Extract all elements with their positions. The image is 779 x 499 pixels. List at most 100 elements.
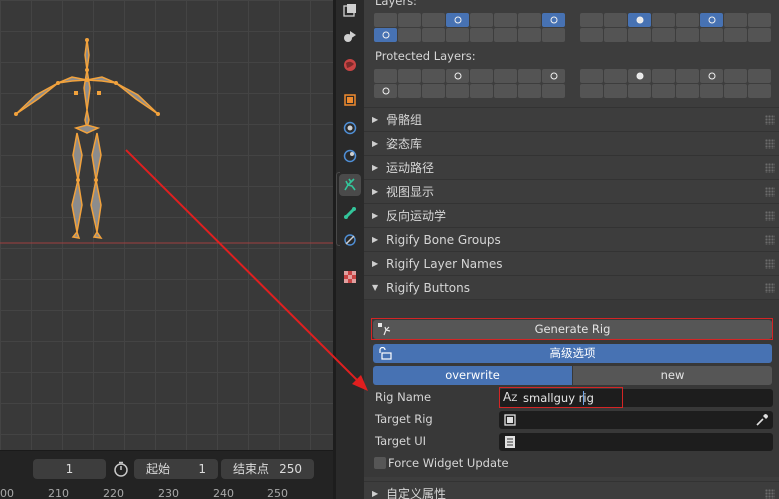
target-ui-field[interactable]	[499, 433, 773, 451]
layer-cell[interactable]	[724, 13, 747, 27]
end-frame-field[interactable]: 结束点 250	[221, 459, 314, 479]
armature[interactable]	[0, 0, 333, 450]
drag-handle-icon[interactable]	[765, 235, 775, 245]
layer-cell[interactable]	[628, 13, 651, 27]
layer-cell[interactable]	[422, 13, 445, 27]
layer-cell[interactable]	[652, 69, 675, 83]
layer-cell[interactable]	[676, 84, 699, 98]
layer-cell[interactable]	[374, 69, 397, 83]
tab-texture[interactable]	[339, 267, 361, 289]
panel-viewport-display[interactable]: ▶ 视图显示	[364, 179, 779, 203]
layer-cell[interactable]	[518, 84, 541, 98]
layer-cell[interactable]	[470, 28, 493, 42]
layer-cell[interactable]	[604, 28, 627, 42]
panel-motion-paths[interactable]: ▶ 运动路径	[364, 155, 779, 179]
layer-cell[interactable]	[494, 69, 517, 83]
tab-object[interactable]	[339, 90, 361, 112]
layer-cell[interactable]	[724, 28, 747, 42]
layer-cell[interactable]	[542, 84, 565, 98]
layer-cell[interactable]	[446, 84, 469, 98]
panel-custom-properties[interactable]: ▶ 自定义属性	[364, 481, 779, 499]
drag-handle-icon[interactable]	[765, 187, 775, 197]
target-rig-field[interactable]	[499, 411, 773, 429]
layer-cell[interactable]	[446, 13, 469, 27]
layer-cell[interactable]	[724, 69, 747, 83]
layer-cell[interactable]	[628, 69, 651, 83]
layer-cell[interactable]	[748, 13, 771, 27]
tab-view-layer[interactable]	[339, 26, 361, 48]
layer-cell[interactable]	[374, 84, 397, 98]
layer-cell[interactable]	[398, 84, 421, 98]
drag-handle-icon[interactable]	[765, 259, 775, 269]
layer-cell[interactable]	[446, 69, 469, 83]
layer-cell[interactable]	[580, 28, 603, 42]
layer-cell[interactable]	[700, 13, 723, 27]
tab-armature-data[interactable]	[339, 174, 361, 196]
layer-cell[interactable]	[446, 28, 469, 42]
tab-world[interactable]	[339, 55, 361, 77]
layer-cell[interactable]	[604, 69, 627, 83]
eyedropper-icon[interactable]	[755, 413, 769, 430]
layer-cell[interactable]	[494, 28, 517, 42]
tab-physics[interactable]	[339, 146, 361, 168]
tab-bone-constraints[interactable]	[339, 230, 361, 252]
protected-grid-right[interactable]	[580, 69, 771, 98]
layer-cell[interactable]	[580, 69, 603, 83]
frame-ruler[interactable]: 00 210 220 230 240 250	[0, 487, 333, 499]
force-widget-checkbox[interactable]	[374, 457, 386, 469]
layer-cell[interactable]	[604, 13, 627, 27]
layer-cell[interactable]	[494, 13, 517, 27]
layer-cell[interactable]	[494, 84, 517, 98]
layer-cell[interactable]	[604, 84, 627, 98]
drag-handle-icon[interactable]	[765, 489, 775, 499]
layer-cell[interactable]	[422, 69, 445, 83]
layer-cell[interactable]	[676, 69, 699, 83]
layer-cell[interactable]	[422, 28, 445, 42]
tab-modifiers[interactable]	[339, 118, 361, 140]
layer-cell[interactable]	[676, 13, 699, 27]
layers-grid-right[interactable]	[580, 13, 771, 42]
layer-cell[interactable]	[700, 69, 723, 83]
layer-cell[interactable]	[748, 69, 771, 83]
layer-cell[interactable]	[518, 13, 541, 27]
layer-cell[interactable]	[470, 84, 493, 98]
layer-cell[interactable]	[652, 13, 675, 27]
layer-cell[interactable]	[580, 84, 603, 98]
protected-grid-left[interactable]	[374, 69, 565, 98]
layer-cell[interactable]	[542, 28, 565, 42]
current-frame-field[interactable]: 1	[33, 459, 106, 479]
layer-cell[interactable]	[374, 28, 397, 42]
drag-handle-icon[interactable]	[765, 139, 775, 149]
start-frame-field[interactable]: 起始 1	[134, 459, 218, 479]
panel-rigify-bone-groups[interactable]: ▶ Rigify Bone Groups	[364, 227, 779, 251]
3d-viewport[interactable]	[0, 0, 333, 450]
layer-cell[interactable]	[374, 13, 397, 27]
panel-rigify-buttons[interactable]: ▼ Rigify Buttons	[364, 275, 779, 299]
panel-rigify-layer-names[interactable]: ▶ Rigify Layer Names	[364, 251, 779, 275]
panel-pose-library[interactable]: ▶ 姿态库	[364, 131, 779, 155]
layer-cell[interactable]	[398, 69, 421, 83]
layer-cell[interactable]	[518, 28, 541, 42]
layer-cell[interactable]	[470, 13, 493, 27]
advanced-options-toggle[interactable]: 高级选项	[373, 344, 772, 363]
layer-cell[interactable]	[470, 69, 493, 83]
drag-handle-icon[interactable]	[765, 211, 775, 221]
layer-cell[interactable]	[542, 13, 565, 27]
layer-cell[interactable]	[748, 28, 771, 42]
panel-bone-groups[interactable]: ▶ 骨骼组	[364, 107, 779, 131]
layer-cell[interactable]	[542, 69, 565, 83]
drag-handle-icon[interactable]	[765, 115, 775, 125]
layer-cell[interactable]	[724, 84, 747, 98]
tab-output[interactable]	[339, 0, 361, 22]
panel-inverse-kinematics[interactable]: ▶ 反向运动学	[364, 203, 779, 227]
layer-cell[interactable]	[518, 69, 541, 83]
layer-cell[interactable]	[652, 84, 675, 98]
layer-cell[interactable]	[628, 28, 651, 42]
layer-cell[interactable]	[748, 84, 771, 98]
layer-cell[interactable]	[422, 84, 445, 98]
drag-handle-icon[interactable]	[765, 163, 775, 173]
stopwatch-icon[interactable]	[113, 461, 129, 477]
layer-cell[interactable]	[580, 13, 603, 27]
layers-grid-left[interactable]	[374, 13, 565, 42]
overwrite-mode-button[interactable]: overwrite	[373, 366, 572, 385]
